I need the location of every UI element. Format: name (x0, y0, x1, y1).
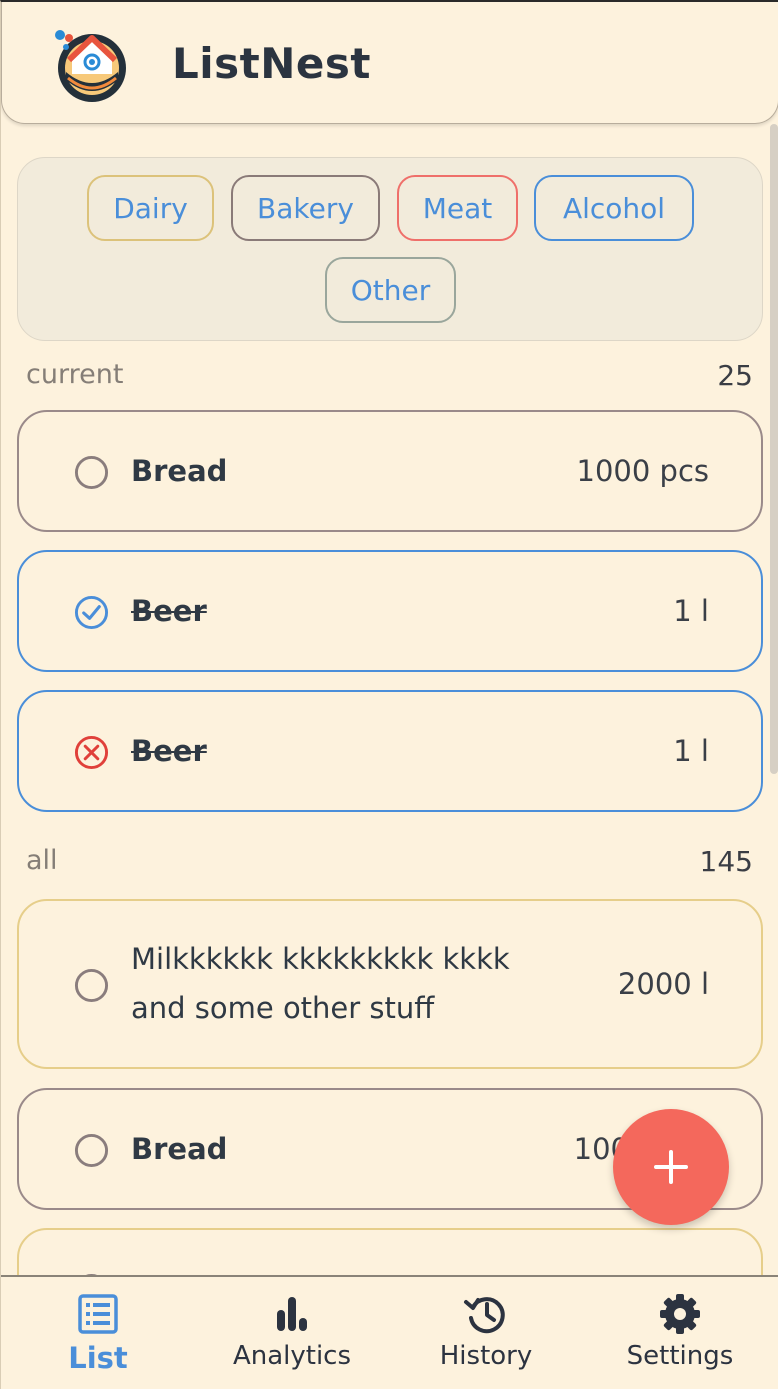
plus-icon (654, 1150, 688, 1184)
nav-label-history: History (439, 1341, 533, 1371)
unchecked-circle-icon[interactable] (74, 968, 109, 1003)
section-count-all: 145 (699, 845, 753, 878)
category-chip-dairy[interactable]: Dairy (87, 175, 214, 241)
item-name: Beer (131, 734, 207, 768)
list-item[interactable]: Beer 1 l (17, 550, 763, 672)
bottom-navigation: List Analytics History Settings (1, 1275, 778, 1389)
nav-item-list[interactable]: List (1, 1277, 195, 1389)
nav-label-list: List (68, 1341, 128, 1375)
item-quantity: 1 l (673, 734, 709, 768)
app-screen: ListNest Dairy Bakery Meat Alcohol Other… (0, 0, 778, 1389)
list-icon (78, 1294, 118, 1334)
item-name-line-1: Milkkkkkk kkkkkkkkk kkkk (131, 942, 510, 976)
category-chip-alcohol[interactable]: Alcohol (534, 175, 694, 241)
listnest-logo-icon (55, 30, 126, 102)
section-count-current: 25 (717, 359, 753, 392)
bar-chart-icon (277, 1297, 307, 1331)
unchecked-circle-icon[interactable] (74, 455, 109, 490)
app-header: ListNest (1, 2, 778, 124)
item-name-line-2: and some other stuff (131, 991, 435, 1025)
category-filter-panel: Dairy Bakery Meat Alcohol Other (17, 157, 763, 341)
checked-circle-icon[interactable] (74, 595, 109, 630)
cancelled-circle-icon[interactable] (74, 735, 109, 770)
item-name: Bread (131, 454, 228, 488)
nav-item-history[interactable]: History (389, 1277, 583, 1389)
item-quantity: 1000 pcs (576, 454, 709, 488)
item-name: Milkkkkkk kkkkkkkkk kkkk and some other … (131, 935, 510, 1033)
nav-label-analytics: Analytics (232, 1341, 352, 1371)
category-chip-meat[interactable]: Meat (397, 175, 518, 241)
app-title: ListNest (172, 39, 371, 88)
add-item-button[interactable] (613, 1109, 729, 1225)
item-name: Beer (131, 594, 207, 628)
scrollbar[interactable] (770, 124, 778, 774)
item-quantity: 1 l (673, 594, 709, 628)
item-quantity: 2000 l (617, 967, 709, 1001)
category-chip-other[interactable]: Other (325, 257, 456, 323)
nav-label-settings: Settings (626, 1341, 734, 1371)
gear-icon (660, 1294, 700, 1334)
history-icon (464, 1297, 505, 1334)
section-label-all: all (26, 845, 58, 876)
item-name: Bread (131, 1132, 228, 1166)
nav-item-settings[interactable]: Settings (583, 1277, 777, 1389)
list-item[interactable]: Milkkkkkk kkkkkkkkk kkkk and some other … (17, 899, 763, 1069)
list-item[interactable]: Beer 1 l (17, 690, 763, 812)
list-item[interactable]: Bread 1000 pcs (17, 410, 763, 532)
unchecked-circle-icon[interactable] (74, 1133, 109, 1168)
nav-item-analytics[interactable]: Analytics (195, 1277, 389, 1389)
section-label-current: current (26, 359, 124, 390)
category-chip-bakery[interactable]: Bakery (231, 175, 380, 241)
